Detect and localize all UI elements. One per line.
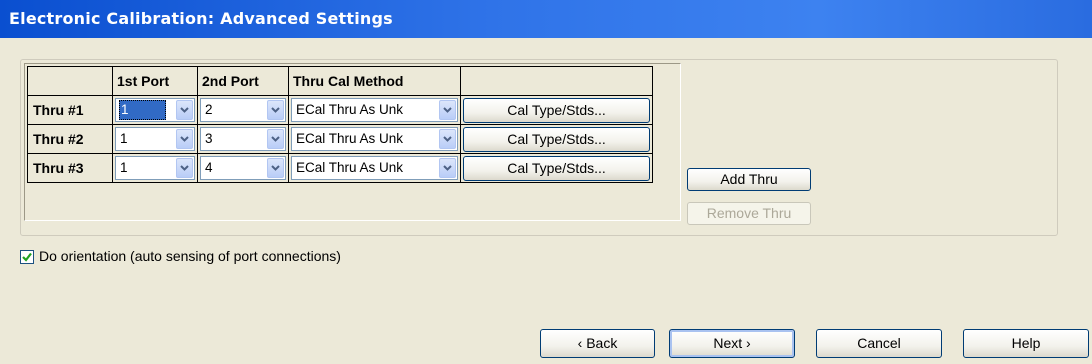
table-row: Thru #3 1 4 ECal Thru As Unk Cal Type/St… (27, 153, 653, 183)
combo-value: 1 (119, 100, 166, 120)
first-port-select[interactable]: 1 (115, 98, 195, 122)
chevron-down-icon[interactable] (267, 158, 284, 178)
cell-port2: 4 (197, 153, 289, 183)
column-header-2nd-port: 2nd Port (197, 66, 289, 96)
cell-port1: 1 (112, 124, 198, 154)
cell-port1: 1 (112, 95, 198, 125)
orientation-label: Do orientation (auto sensing of port con… (39, 248, 341, 264)
column-header-thru-cal-method: Thru Cal Method (288, 66, 461, 96)
cell-action: Cal Type/Stds... (460, 124, 653, 154)
second-port-select[interactable]: 2 (200, 98, 286, 122)
chevron-down-icon[interactable] (176, 158, 193, 178)
chevron-down-icon[interactable] (267, 100, 284, 120)
window-title: Electronic Calibration: Advanced Setting… (0, 0, 1092, 38)
cancel-button[interactable]: Cancel (816, 329, 942, 358)
column-header-blank (460, 66, 653, 96)
row-header: Thru #3 (27, 153, 113, 183)
add-thru-button[interactable]: Add Thru (687, 168, 811, 191)
table-row: Thru #2 1 3 ECal Thru As Unk Cal Type/St… (27, 124, 653, 154)
chevron-down-icon[interactable] (176, 129, 193, 149)
chevron-down-icon[interactable] (176, 100, 193, 120)
next-button[interactable]: Next › (669, 329, 795, 358)
thru-cal-method-select[interactable]: ECal Thru As Unk (291, 156, 458, 180)
remove-thru-button[interactable]: Remove Thru (687, 202, 811, 225)
cell-method: ECal Thru As Unk (288, 153, 461, 183)
table-row: Thru #1 1 2 ECal Thru As Unk Cal Type/St… (27, 95, 653, 125)
first-port-select[interactable]: 1 (115, 156, 195, 180)
cell-action: Cal Type/Stds... (460, 95, 653, 125)
combo-value: 3 (205, 131, 213, 146)
cal-type-stds-button[interactable]: Cal Type/Stds... (463, 97, 650, 123)
combo-value: ECal Thru As Unk (296, 160, 404, 175)
combo-value: 4 (205, 160, 213, 175)
row-header: Thru #1 (27, 95, 113, 125)
checkmark-icon (22, 252, 32, 262)
combo-value: ECal Thru As Unk (296, 131, 404, 146)
cell-port2: 3 (197, 124, 289, 154)
back-button[interactable]: ‹ Back (540, 329, 655, 358)
chevron-down-icon[interactable] (267, 129, 284, 149)
thru-cal-method-select[interactable]: ECal Thru As Unk (291, 98, 458, 122)
combo-value: 2 (205, 102, 213, 117)
cal-type-stds-button[interactable]: Cal Type/Stds... (463, 126, 650, 152)
help-button[interactable]: Help (963, 329, 1089, 358)
corner-cell (27, 66, 113, 96)
row-header: Thru #2 (27, 124, 113, 154)
cell-port1: 1 (112, 153, 198, 183)
column-header-1st-port: 1st Port (112, 66, 198, 96)
chevron-down-icon[interactable] (439, 129, 456, 149)
combo-value: ECal Thru As Unk (296, 102, 404, 117)
thru-grid: 1st Port 2nd Port Thru Cal Method Thru #… (24, 63, 681, 221)
chevron-down-icon[interactable] (439, 100, 456, 120)
cal-type-stds-button[interactable]: Cal Type/Stds... (463, 155, 650, 181)
second-port-select[interactable]: 4 (200, 156, 286, 180)
combo-value: 1 (120, 131, 128, 146)
thru-cal-method-select[interactable]: ECal Thru As Unk (291, 127, 458, 151)
first-port-select[interactable]: 1 (115, 127, 195, 151)
cell-method: ECal Thru As Unk (288, 95, 461, 125)
cell-port2: 2 (197, 95, 289, 125)
cell-action: Cal Type/Stds... (460, 153, 653, 183)
orientation-checkbox[interactable] (20, 250, 34, 264)
thru-table: 1st Port 2nd Port Thru Cal Method Thru #… (27, 66, 653, 183)
second-port-select[interactable]: 3 (200, 127, 286, 151)
cell-method: ECal Thru As Unk (288, 124, 461, 154)
combo-value: 1 (120, 160, 128, 175)
table-header-row: 1st Port 2nd Port Thru Cal Method (27, 66, 653, 96)
chevron-down-icon[interactable] (439, 158, 456, 178)
